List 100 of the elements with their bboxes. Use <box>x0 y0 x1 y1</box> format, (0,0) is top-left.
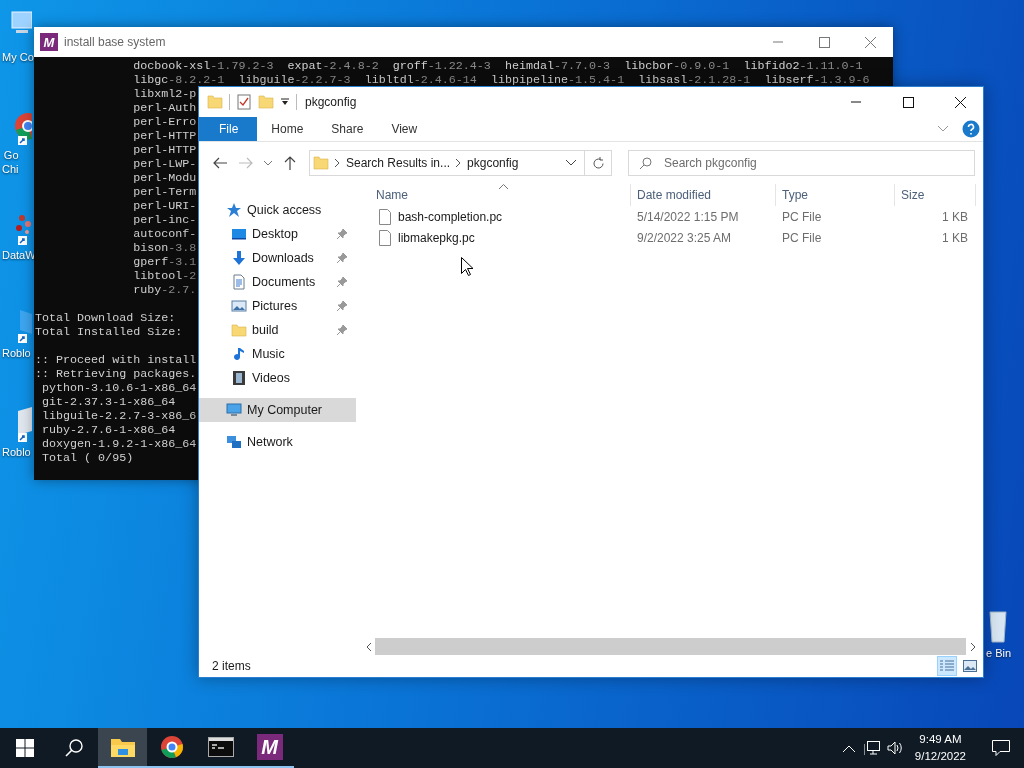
terminal-package: libpipeline-1.5.4-1 <box>490 73 625 87</box>
music-note-icon <box>231 346 247 362</box>
terminal-package: libcbor-0.9.0-1 <box>624 59 730 73</box>
desktop-icon-label: Roblo <box>2 445 31 459</box>
ribbon-tab[interactable]: Share <box>317 117 378 141</box>
refresh-icon[interactable] <box>591 156 605 170</box>
folder-icon[interactable] <box>110 737 135 757</box>
film-icon <box>231 370 247 386</box>
terminal-package: ruby-2.7. <box>133 283 197 297</box>
checklist-icon[interactable] <box>236 94 252 110</box>
nav-item[interactable]: Pictures <box>199 294 356 318</box>
terminal-package: heimdal-7.7.0-3 <box>504 59 611 73</box>
help-icon[interactable] <box>962 120 980 138</box>
table-cell-text: 1 KB <box>941 209 969 224</box>
terminal-package: groff-1.22.4-3 <box>392 59 491 73</box>
terminal-package: perl-URI- <box>133 199 197 213</box>
terminal-package: libguile-2.2.7-3 <box>238 73 351 87</box>
network-icon[interactable] <box>864 741 881 755</box>
terminal-package: docbook-xsl-1.79.2-3 <box>133 59 274 73</box>
terminal-package: libxml2-p <box>133 87 197 101</box>
scroll-left-icon[interactable] <box>365 642 371 651</box>
maximize-icon[interactable] <box>902 96 914 108</box>
ribbon-tab[interactable]: View <box>377 117 432 141</box>
taskbar-app-button[interactable]: M <box>245 728 294 768</box>
terminal-package: expat-2.4.8-2 <box>287 59 379 73</box>
file-name[interactable]: libmakepkg.pc <box>398 230 475 245</box>
terminal-package: libgc-8.2.2-1 <box>133 73 225 87</box>
terminal-line: Total Download Size: <box>35 311 176 325</box>
close-icon[interactable] <box>954 96 966 108</box>
chevron-right-icon <box>335 159 340 167</box>
back-arrow-icon[interactable] <box>213 157 227 169</box>
breadcrumb-item[interactable]: Search Results in... <box>346 156 451 170</box>
caret-up-icon[interactable] <box>843 744 856 752</box>
nav-item[interactable]: My Computer <box>199 398 356 422</box>
desktop-icon-label: Roblo <box>2 346 31 360</box>
chevron-down-icon[interactable] <box>938 126 948 132</box>
terminal-line: :: Proceed with install <box>35 353 197 367</box>
search-field[interactable]: Search pkgconfig <box>628 150 975 176</box>
nav-item[interactable]: Music <box>199 342 356 366</box>
nav-item[interactable]: build <box>199 318 356 342</box>
terminal-package: libltdl-2.4.6-14 <box>364 73 477 87</box>
refresh-button[interactable] <box>584 150 612 176</box>
address-bar[interactable]: Search Results in... pkgconfig <box>309 150 585 176</box>
terminal-package: autoconf- <box>133 227 197 241</box>
app-logo-icon[interactable]: M <box>256 734 283 760</box>
folder-icon <box>313 155 329 171</box>
terminal-line: python-3.10.6-1-x86_64 <box>42 381 197 395</box>
desktop-icon-label: e Bin <box>986 646 1012 660</box>
clock-date[interactable]: 9/12/2022 <box>914 748 966 765</box>
breadcrumb-item[interactable]: pkgconfig <box>467 156 519 170</box>
table-cell-text: 5/14/2022 1:15 PM <box>636 209 740 224</box>
up-arrow-icon[interactable] <box>284 156 296 170</box>
app-logo-icon: M <box>40 33 58 51</box>
column-header[interactable]: Size <box>895 184 976 206</box>
table-cell-text: PC File <box>781 230 823 245</box>
notification-icon[interactable] <box>992 740 1010 756</box>
mouse-cursor-icon <box>461 257 473 276</box>
file-name[interactable]: bash-completion.pc <box>398 209 503 224</box>
terminal-package: gperf-3.1 <box>133 255 197 269</box>
terminal-package: libsasl-2.1.28-1 <box>638 73 751 87</box>
chevron-down-icon[interactable] <box>264 160 272 166</box>
ribbon-tab[interactable]: File <box>199 117 258 141</box>
scroll-right-icon[interactable] <box>970 642 976 651</box>
nav-item[interactable]: Downloads <box>199 246 356 270</box>
nav-item[interactable]: Desktop <box>199 222 356 246</box>
chevron-right-icon <box>456 159 462 167</box>
column-header[interactable]: Type <box>776 184 895 206</box>
table-cell-text: 9/2/2022 3:25 AM <box>636 230 733 245</box>
column-header[interactable]: Date modified <box>631 184 776 206</box>
windows-logo-icon[interactable] <box>15 739 34 757</box>
terminal-package: perl-Erro <box>133 115 197 129</box>
nav-item[interactable]: Quick access <box>199 198 356 222</box>
search-input[interactable]: Search pkgconfig <box>662 155 974 171</box>
desktop-icon-label: DataW <box>2 248 36 262</box>
terminal-package: perl-Auth <box>133 101 197 115</box>
terminal-line: git-2.37.3-1-x86_64 <box>42 395 176 409</box>
dropdown-icon[interactable] <box>280 97 290 107</box>
terminal-package: perl-inc- <box>133 213 197 227</box>
star-icon <box>226 202 242 218</box>
terminal-line: ruby-2.7.6-1-x86_64 <box>42 423 176 437</box>
nav-item[interactable]: Network <box>199 430 356 454</box>
terminal-icon[interactable] <box>207 737 234 757</box>
terminal-package: perl-HTTP <box>133 143 197 157</box>
search-icon[interactable] <box>64 739 83 757</box>
volume-icon[interactable] <box>887 741 904 755</box>
terminal-package: libfido2-1.11.0-1 <box>743 59 863 73</box>
file-icon <box>378 229 392 246</box>
nav-item[interactable]: Videos <box>199 366 356 390</box>
browser-icon[interactable] <box>159 735 184 759</box>
desktop-icon-label: Go Chi <box>2 148 19 176</box>
column-header[interactable]: Name <box>376 184 631 206</box>
window-title: pkgconfig <box>305 95 358 109</box>
clock-time[interactable]: 9:49 AM <box>919 731 962 748</box>
network-icon <box>226 434 242 450</box>
terminal-package: perl-Modu <box>133 171 197 185</box>
terminal-line: Total Installed Size: <box>35 325 183 339</box>
monitor-icon <box>231 226 247 242</box>
ribbon-tab[interactable]: Home <box>257 117 318 141</box>
nav-item[interactable]: Documents <box>199 270 356 294</box>
taskbar-app-button[interactable] <box>98 728 147 768</box>
